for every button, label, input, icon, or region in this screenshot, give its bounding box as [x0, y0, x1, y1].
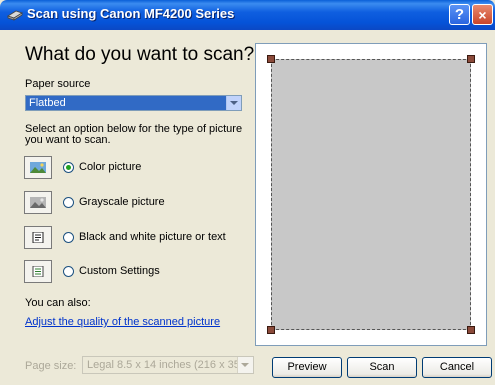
adjust-quality-link[interactable]: Adjust the quality of the scanned pictur… [25, 316, 220, 328]
you-can-also-label: You can also: [25, 297, 91, 309]
page-size-label: Page size: [25, 360, 77, 372]
chevron-down-icon[interactable] [237, 357, 253, 373]
preview-button[interactable]: Preview [272, 357, 342, 378]
paper-source-label: Paper source [25, 78, 91, 90]
window-title: Scan using Canon MF4200 Series [27, 6, 235, 21]
preview-pane[interactable] [255, 43, 487, 346]
paper-source-value: Flatbed [29, 97, 66, 109]
custom-settings-radio[interactable] [63, 266, 74, 277]
color-picture-radio[interactable] [63, 162, 74, 173]
cancel-button[interactable]: Cancel [422, 357, 492, 378]
resize-handle-bottom-left[interactable] [267, 326, 275, 334]
grayscale-picture-radio[interactable] [63, 197, 74, 208]
title-bar[interactable]: Scan using Canon MF4200 Series ? × [0, 0, 495, 30]
custom-settings-label[interactable]: Custom Settings [79, 265, 160, 277]
scan-button[interactable]: Scan [347, 357, 417, 378]
page-title: What do you want to scan? [25, 44, 255, 65]
color-picture-icon[interactable] [24, 156, 52, 179]
close-button[interactable]: × [472, 4, 493, 25]
chevron-down-icon[interactable] [226, 96, 241, 110]
scan-selection-area[interactable] [271, 59, 471, 330]
black-white-label[interactable]: Black and white picture or text [79, 231, 226, 243]
resize-handle-top-left[interactable] [267, 55, 275, 63]
scanner-icon [7, 10, 23, 21]
black-white-text-icon[interactable] [24, 226, 52, 249]
help-button[interactable]: ? [449, 4, 470, 25]
paper-source-select[interactable]: Flatbed [25, 95, 242, 111]
color-picture-label[interactable]: Color picture [79, 161, 141, 173]
grayscale-picture-label[interactable]: Grayscale picture [79, 196, 165, 208]
page-size-select[interactable]: Legal 8.5 x 14 inches (216 x 356 [82, 356, 254, 374]
page-size-value: Legal 8.5 x 14 inches (216 x 356 [87, 359, 237, 371]
scan-dialog: Scan using Canon MF4200 Series ? × What … [0, 0, 495, 385]
custom-settings-icon[interactable] [24, 260, 52, 283]
resize-handle-bottom-right[interactable] [467, 326, 475, 334]
grayscale-picture-icon[interactable] [24, 191, 52, 214]
instruction-text: Select an option below for the type of p… [25, 123, 243, 146]
resize-handle-top-right[interactable] [467, 55, 475, 63]
black-white-radio[interactable] [63, 232, 74, 243]
